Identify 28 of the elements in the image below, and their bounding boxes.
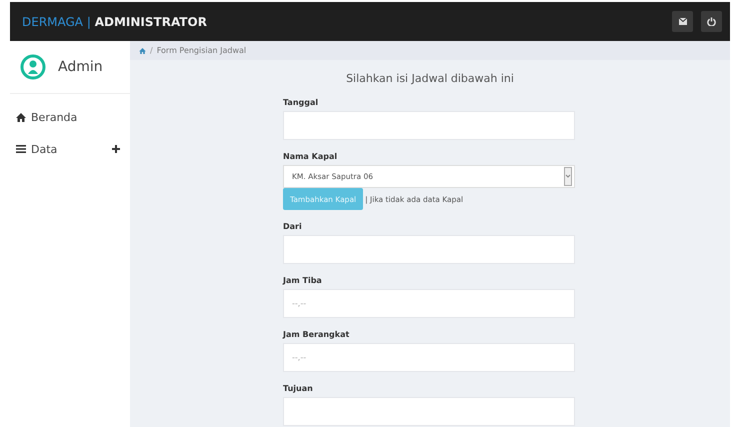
input-field[interactable]	[283, 111, 575, 140]
user-name: Admin	[58, 59, 103, 75]
list-icon	[16, 145, 26, 153]
sidebar-item[interactable]: Beranda	[16, 110, 78, 124]
home-icon[interactable]	[139, 48, 146, 54]
breadcrumb-separator: /	[150, 46, 153, 55]
breadcrumb-item: Form Pengisian Jadwal	[156, 46, 246, 55]
field-label: Tanggal	[283, 98, 320, 107]
field-label: Tujuan	[283, 384, 314, 393]
user-avatar-icon	[20, 54, 46, 80]
brand-logo[interactable]: DERMAGA | ADMINISTRATOR	[22, 14, 207, 28]
home-icon	[16, 112, 26, 122]
envelope-icon	[678, 18, 686, 25]
power-icon	[707, 17, 716, 26]
input-field[interactable]: --,--	[283, 289, 575, 318]
sidebar-item[interactable]: Data	[16, 142, 58, 156]
power-button[interactable]	[701, 11, 722, 32]
dropdown-icon	[564, 167, 572, 186]
field-label: Nama Kapal	[283, 152, 338, 161]
plus-icon[interactable]	[112, 145, 120, 153]
field-label: Dari	[283, 222, 303, 231]
input-field[interactable]	[283, 235, 575, 264]
field-label: Jam Tiba	[283, 276, 323, 285]
field-label: Jam Berangkat	[283, 330, 350, 339]
input-field[interactable]: --,--	[283, 343, 575, 372]
form-title: Silahkan isi Jadwal dibawah ini	[345, 72, 515, 85]
input-field[interactable]	[283, 397, 575, 426]
mail-button[interactable]	[672, 11, 693, 32]
